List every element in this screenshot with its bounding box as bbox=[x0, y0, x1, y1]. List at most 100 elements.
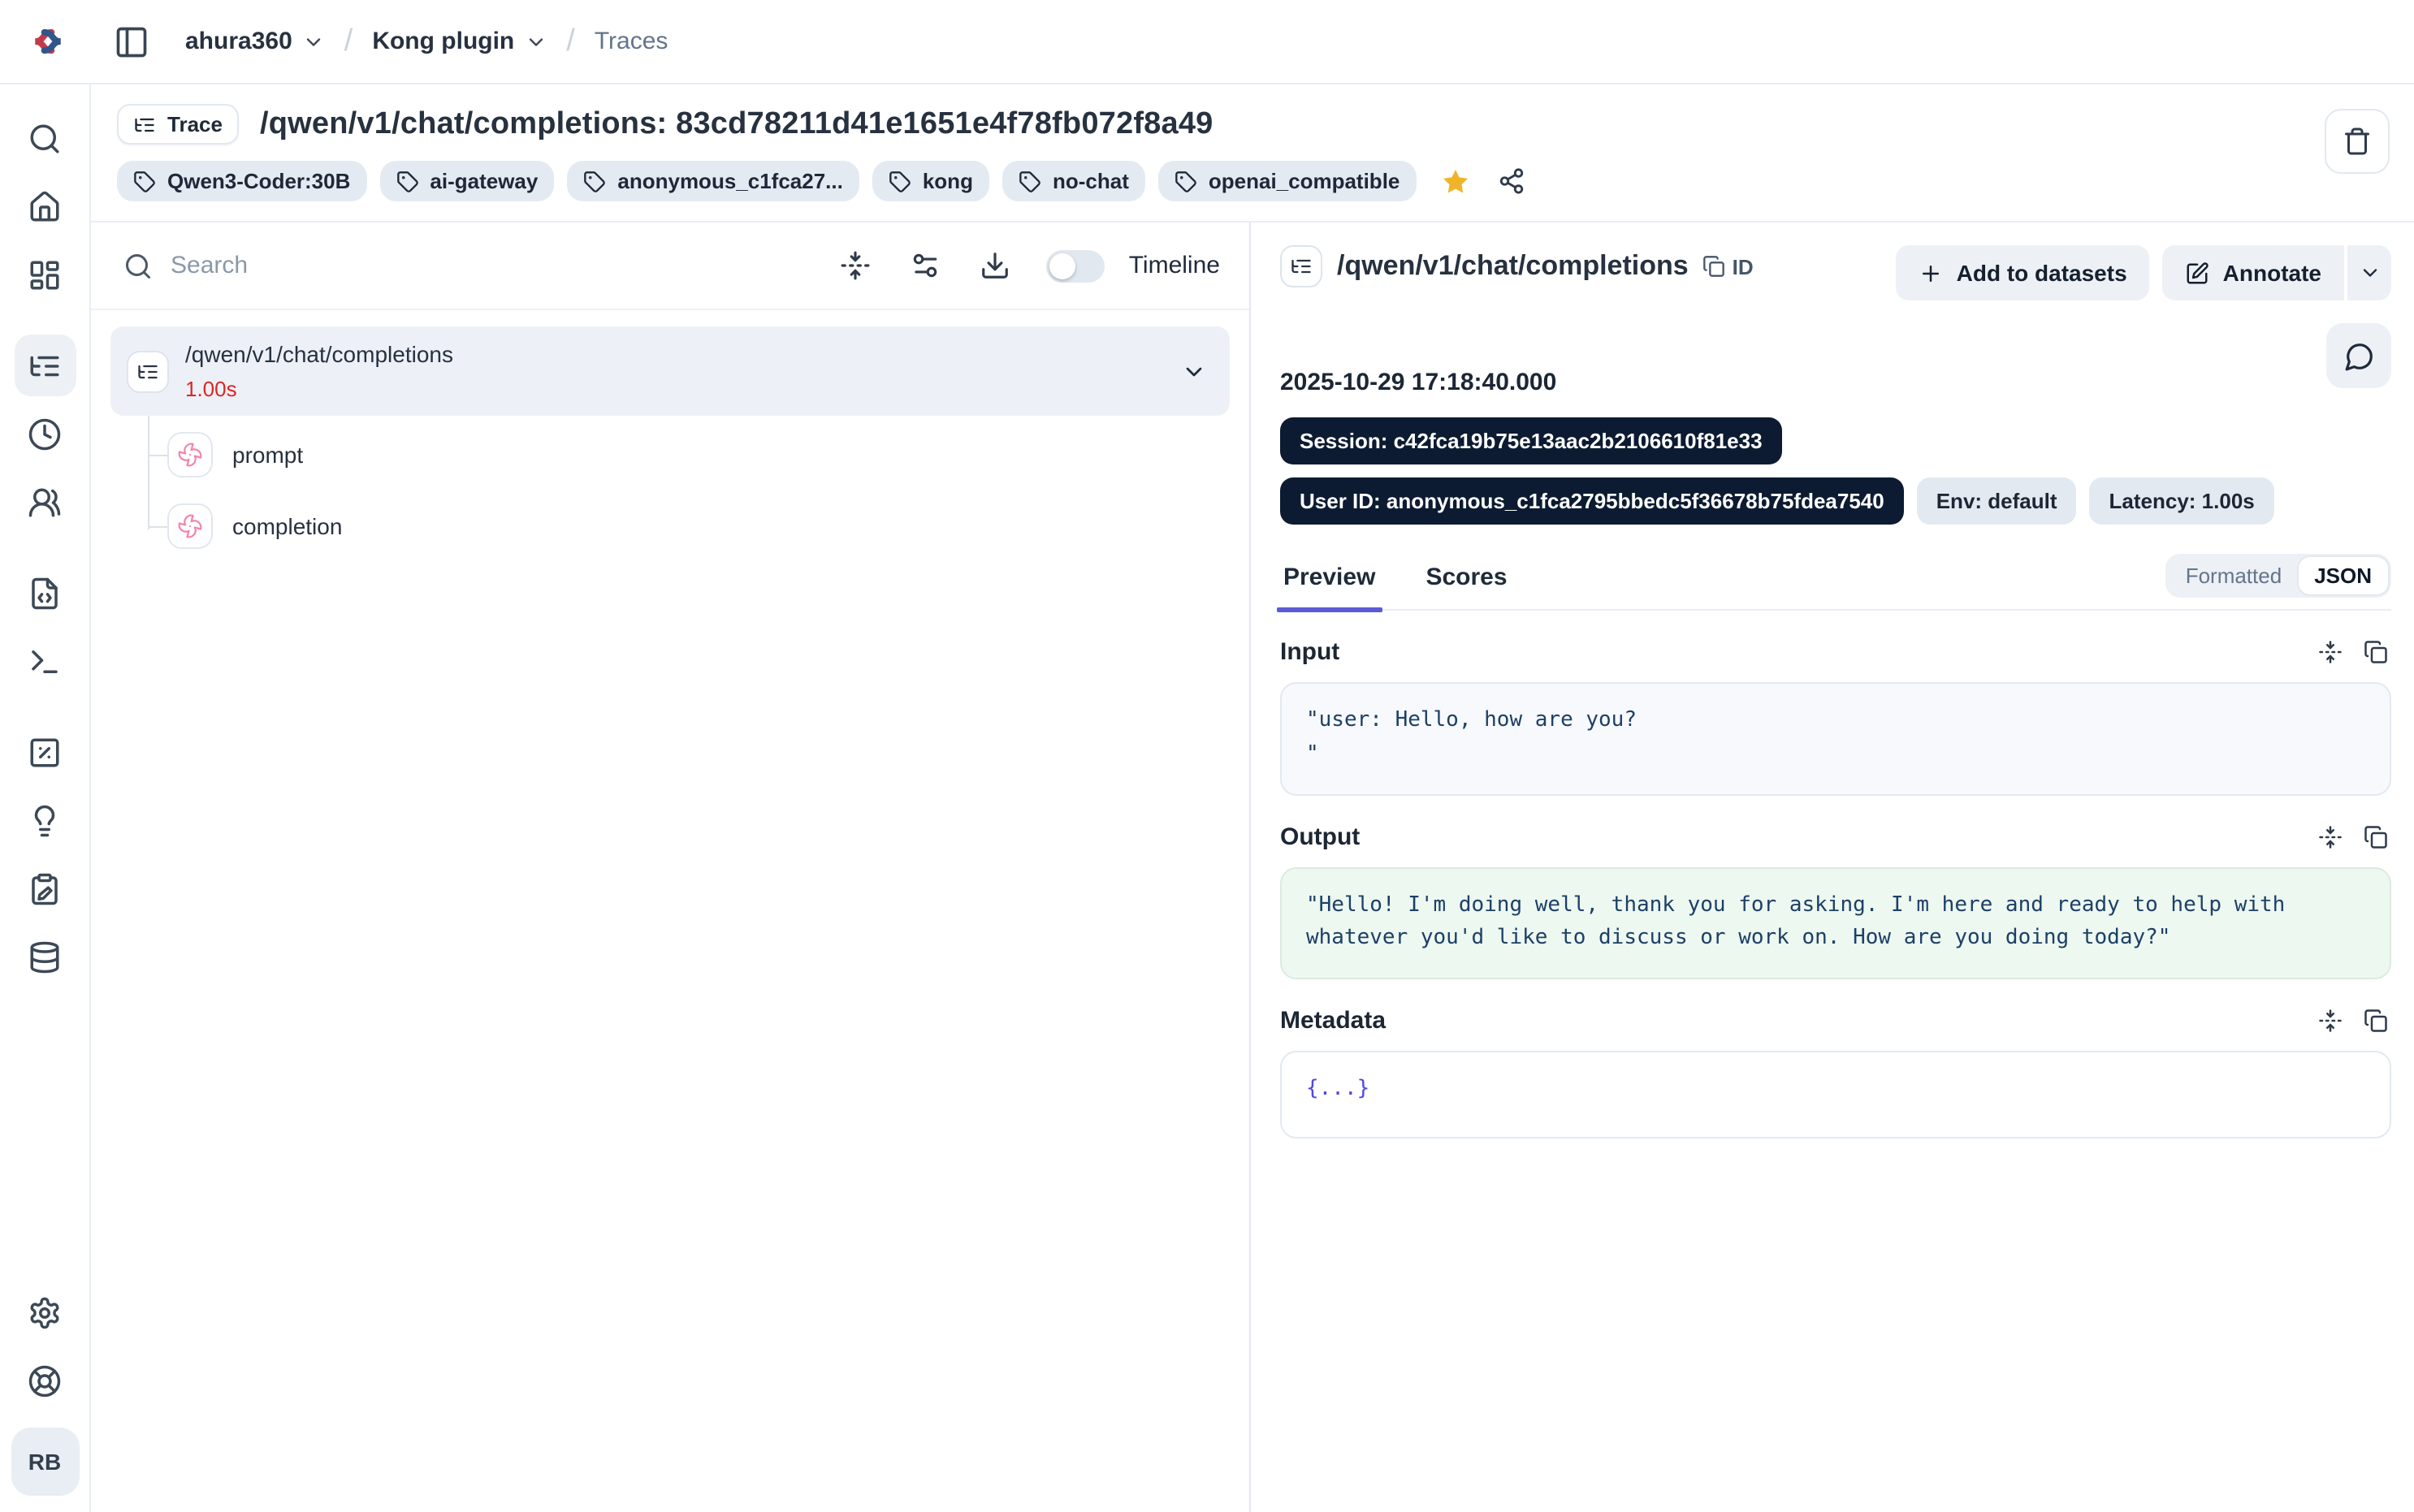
collapse-section-icon[interactable] bbox=[2318, 640, 2343, 664]
sidebar-item-playground[interactable] bbox=[14, 630, 76, 692]
metadata-section: Metadata {...} bbox=[1280, 1007, 2391, 1138]
download-icon[interactable] bbox=[970, 240, 1022, 292]
list-tree-icon bbox=[127, 350, 169, 392]
search-input[interactable] bbox=[171, 252, 812, 279]
tag-icon bbox=[1019, 170, 1041, 192]
bookmark-star-icon[interactable] bbox=[1440, 166, 1469, 196]
toggle-knob bbox=[1049, 253, 1075, 279]
chevron-down-icon bbox=[524, 30, 547, 53]
tree-node-prompt[interactable]: prompt bbox=[148, 419, 1230, 490]
collapse-section-icon[interactable] bbox=[2318, 824, 2343, 849]
sidebar-item-home[interactable] bbox=[14, 175, 76, 237]
fan-icon bbox=[167, 432, 213, 477]
detail-title: /qwen/v1/chat/completions bbox=[1337, 250, 1689, 283]
tree-node-name: completion bbox=[232, 513, 342, 539]
format-option-formatted[interactable]: Formatted bbox=[2170, 557, 2299, 594]
trace-timestamp: 2025-10-29 17:18:40.000 bbox=[1280, 369, 2391, 396]
sidebar-item-prompts[interactable] bbox=[14, 562, 76, 624]
delete-trace-button[interactable] bbox=[2325, 109, 2390, 174]
session-badge[interactable]: Session: c42fca19b75e13aac2b2106610f81e3… bbox=[1280, 417, 1782, 464]
input-content: "user: Hello, how are you? " bbox=[1280, 682, 2391, 795]
pen-square-icon bbox=[2186, 261, 2210, 285]
user-avatar[interactable]: RB bbox=[11, 1428, 79, 1496]
sidebar-item-traces[interactable] bbox=[14, 335, 76, 396]
lifebuoy-icon bbox=[28, 1363, 62, 1398]
comments-button[interactable] bbox=[2326, 323, 2391, 388]
list-tree-icon bbox=[1280, 245, 1322, 287]
tag-chip[interactable]: no-chat bbox=[1002, 161, 1145, 201]
user-id-badge[interactable]: User ID: anonymous_c1fca2795bbedc5f36678… bbox=[1280, 477, 1904, 525]
page-title: /qwen/v1/chat/completions: 83cd78211d41e… bbox=[260, 106, 1213, 142]
sidebar-item-scores[interactable] bbox=[14, 721, 76, 783]
copy-icon bbox=[1703, 255, 1726, 278]
tag-chip[interactable]: anonymous_c1fca27... bbox=[567, 161, 859, 201]
sidebar-item-datasets[interactable] bbox=[14, 926, 76, 987]
detail-tabs: Preview Scores Formatted JSON bbox=[1280, 554, 2391, 611]
users-icon bbox=[28, 485, 62, 519]
share-icon[interactable] bbox=[1497, 167, 1525, 195]
tag-label: ai-gateway bbox=[430, 169, 538, 193]
tree-node-name: /qwen/v1/chat/completions bbox=[185, 341, 453, 367]
tag-chip[interactable]: Qwen3-Coder:30B bbox=[117, 161, 366, 201]
search-icon bbox=[123, 251, 153, 280]
collapse-all-icon[interactable] bbox=[830, 240, 882, 292]
tag-label: openai_compatible bbox=[1209, 169, 1400, 193]
tab-scores[interactable]: Scores bbox=[1422, 564, 1510, 609]
tree-node-completion[interactable]: completion bbox=[148, 490, 1230, 562]
tag-icon bbox=[583, 170, 606, 192]
tab-preview[interactable]: Preview bbox=[1280, 564, 1378, 609]
format-option-json[interactable]: JSON bbox=[2298, 557, 2388, 594]
tree-node-latency: 1.00s bbox=[185, 377, 1165, 401]
lightbulb-icon bbox=[28, 803, 62, 837]
annotate-dropdown-button[interactable] bbox=[2347, 245, 2391, 300]
timeline-toggle[interactable] bbox=[1046, 249, 1105, 282]
breadcrumb: ahura360 / Kong plugin / Traces bbox=[185, 24, 668, 59]
breadcrumb-project[interactable]: Kong plugin bbox=[372, 28, 547, 55]
format-switch: Formatted JSON bbox=[2166, 554, 2391, 598]
trace-tree-panel: Timeline /qwen/v1/chat/completions 1.00s bbox=[91, 222, 1251, 1512]
sidebar-item-sessions[interactable] bbox=[14, 403, 76, 464]
metadata-content[interactable]: {...} bbox=[1280, 1051, 2391, 1138]
copy-icon[interactable] bbox=[2364, 640, 2388, 664]
sidebar-item-users[interactable] bbox=[14, 471, 76, 533]
tag-icon bbox=[889, 170, 911, 192]
output-section: Output "Hello! I'm doing well, thank you… bbox=[1280, 823, 2391, 979]
home-icon bbox=[28, 189, 62, 223]
add-to-datasets-button[interactable]: Add to datasets bbox=[1897, 245, 2150, 300]
input-section: Input "user: Hello, how are you? " bbox=[1280, 638, 2391, 795]
tag-chip[interactable]: ai-gateway bbox=[379, 161, 554, 201]
top-bar: ahura360 / Kong plugin / Traces bbox=[0, 0, 2414, 84]
output-section-title: Output bbox=[1280, 823, 2318, 850]
tree-node-root[interactable]: /qwen/v1/chat/completions 1.00s bbox=[110, 326, 1230, 416]
tree-node-name: prompt bbox=[232, 442, 303, 468]
sidebar-item-insights[interactable] bbox=[14, 789, 76, 851]
sidebar-item-support[interactable] bbox=[14, 1350, 76, 1411]
sidebar-item-settings[interactable] bbox=[14, 1281, 76, 1343]
copy-icon[interactable] bbox=[2364, 1009, 2388, 1033]
fan-icon bbox=[167, 503, 213, 549]
copy-icon[interactable] bbox=[2364, 824, 2388, 849]
trace-header: Trace /qwen/v1/chat/completions: 83cd782… bbox=[91, 84, 2414, 222]
sidebar-toggle-icon[interactable] bbox=[114, 24, 149, 59]
copy-id-button[interactable]: ID bbox=[1703, 254, 1754, 279]
tag-label: Qwen3-Coder:30B bbox=[167, 169, 350, 193]
tag-label: kong bbox=[923, 169, 973, 193]
sidebar-item-annotations[interactable] bbox=[14, 858, 76, 919]
app-logo bbox=[26, 19, 70, 63]
tag-chip[interactable]: openai_compatible bbox=[1158, 161, 1417, 201]
trace-badge-label: Trace bbox=[167, 112, 223, 136]
annotate-label: Annotate bbox=[2223, 260, 2321, 286]
sidebar-item-dashboards[interactable] bbox=[14, 244, 76, 305]
chevron-down-icon[interactable] bbox=[1181, 358, 1207, 384]
trace-type-badge: Trace bbox=[117, 104, 239, 145]
collapse-section-icon[interactable] bbox=[2318, 1009, 2343, 1033]
clipboard-pen-icon bbox=[28, 871, 62, 905]
breadcrumb-org[interactable]: ahura360 bbox=[185, 28, 325, 55]
sidebar-item-search[interactable] bbox=[14, 107, 76, 169]
view-settings-icon[interactable] bbox=[900, 240, 952, 292]
add-to-datasets-label: Add to datasets bbox=[1957, 260, 2127, 286]
annotate-button[interactable]: Annotate bbox=[2163, 245, 2344, 300]
tag-chip[interactable]: kong bbox=[872, 161, 989, 201]
breadcrumb-current[interactable]: Traces bbox=[595, 28, 668, 55]
clock-icon bbox=[28, 417, 62, 451]
